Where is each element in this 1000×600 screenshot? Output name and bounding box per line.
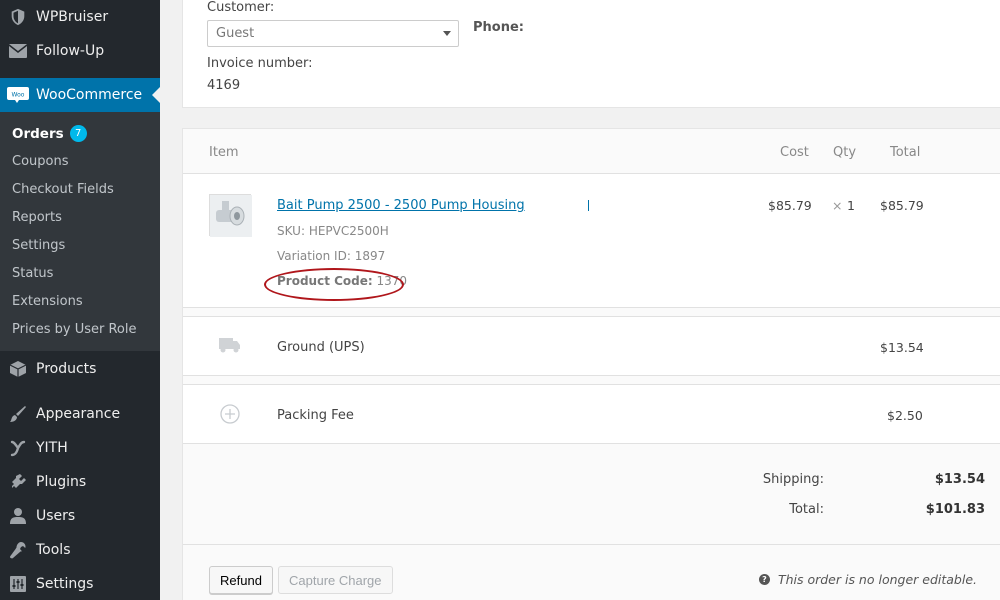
user-icon — [0, 507, 36, 525]
order-details-panel: Customer: Guest Phone: Invoice number: 4… — [182, 0, 1000, 108]
qty-times-symbol: × — [832, 198, 843, 213]
fee-line-row: Packing Fee $2.50 — [183, 384, 1000, 444]
menu-item-users[interactable]: Users — [0, 499, 160, 533]
shipping-line-row: Ground (UPS) $13.54 — [183, 316, 1000, 376]
column-header-cost: Cost — [780, 145, 809, 160]
menu-item-yith[interactable]: YITH — [0, 431, 160, 465]
svg-text:Woo: Woo — [12, 92, 25, 99]
variation-value: 1897 — [354, 249, 386, 263]
phone-label: Phone: — [473, 20, 524, 35]
menu-item-follow-up[interactable]: Follow-Up — [0, 34, 160, 68]
not-editable-text: This order is no longer editable. — [777, 572, 977, 587]
order-total-label: Total: — [789, 502, 824, 517]
column-header-qty: Qty — [833, 145, 857, 160]
customer-select[interactable]: Guest — [207, 20, 459, 47]
menu-item-settings[interactable]: Settings — [0, 567, 160, 600]
text-cursor — [588, 200, 589, 211]
submenu-label: Checkout Fields — [12, 182, 114, 197]
product-thumbnail[interactable] — [209, 194, 252, 237]
submenu-label: Extensions — [12, 294, 83, 309]
paintbrush-icon — [0, 405, 36, 423]
column-header-total: Total — [890, 145, 921, 160]
submenu-label: Status — [12, 266, 54, 281]
menu-item-woocommerce[interactable]: Woo WooCommerce — [0, 78, 160, 112]
capture-charge-button[interactable]: Capture Charge — [278, 566, 393, 594]
woocommerce-submenu: Orders 7 Coupons Checkout Fields Reports… — [0, 112, 160, 351]
fee-label: Packing Fee — [277, 408, 354, 423]
order-total-value: $101.83 — [925, 502, 985, 517]
invoice-label: Invoice number: — [207, 56, 313, 71]
admin-sidebar: WPBruiser Follow-Up Woo WooCommerce Orde… — [0, 0, 160, 600]
column-header-item: Item — [209, 145, 239, 160]
submenu-item-orders[interactable]: Orders 7 — [12, 125, 87, 142]
shipping-line-total: $13.54 — [880, 340, 924, 355]
help-icon: ? — [758, 574, 770, 585]
submenu-item-checkout-fields[interactable]: Checkout Fields — [12, 182, 114, 197]
shipping-method-label: Ground (UPS) — [277, 340, 365, 355]
line-item-qty: 1 — [847, 198, 855, 213]
submenu-item-settings[interactable]: Settings — [12, 238, 65, 253]
envelope-icon — [0, 44, 36, 58]
customer-select-value: Guest — [216, 26, 255, 41]
menu-label: Plugins — [36, 474, 87, 490]
shipping-total-label: Shipping: — [762, 472, 824, 487]
sliders-icon — [0, 575, 36, 593]
fee-total: $2.50 — [887, 408, 923, 423]
submenu-item-status[interactable]: Status — [12, 266, 53, 281]
plus-circle-icon — [220, 404, 240, 428]
sku-value: HEPVC2500H — [308, 224, 389, 238]
submenu-item-coupons[interactable]: Coupons — [12, 154, 69, 169]
menu-item-tools[interactable]: Tools — [0, 533, 160, 567]
product-variation-id: Variation ID: 1897 — [277, 249, 385, 263]
chevron-down-icon — [443, 31, 451, 36]
submenu-item-prices-by-user-role[interactable]: Prices by User Role — [12, 322, 136, 337]
menu-item-products[interactable]: Products — [0, 352, 160, 386]
submenu-label: Coupons — [12, 154, 69, 169]
submenu-label: Prices by User Role — [12, 322, 137, 337]
plug-icon — [0, 473, 36, 491]
menu-label: WPBruiser — [36, 9, 109, 25]
menu-item-wpbruiser[interactable]: WPBruiser — [0, 0, 160, 34]
menu-label: Tools — [36, 542, 71, 558]
order-items-panel: Item Cost Qty Total Bait Pump 2500 - 250… — [182, 128, 1000, 600]
product-name-link[interactable]: Bait Pump 2500 - 2500 Pump Housing — [277, 198, 525, 213]
variation-label: Variation ID: — [277, 249, 351, 263]
product-sku: SKU: HEPVC2500H — [277, 224, 389, 238]
invoice-number: 4169 — [207, 78, 241, 93]
menu-item-appearance[interactable]: Appearance — [0, 397, 160, 431]
not-editable-note: ? This order is no longer editable. — [758, 572, 977, 587]
menu-label: YITH — [36, 440, 68, 456]
submenu-item-reports[interactable]: Reports — [12, 210, 62, 225]
submenu-label: Settings — [12, 238, 66, 253]
wrench-icon — [0, 541, 36, 559]
sku-label: SKU: — [277, 224, 305, 238]
refund-button[interactable]: Refund — [209, 566, 273, 594]
submenu-label: Reports — [12, 210, 62, 225]
menu-label: Users — [36, 508, 76, 524]
menu-label: Follow-Up — [36, 43, 105, 59]
submenu-item-extensions[interactable]: Extensions — [12, 294, 83, 309]
shipping-total-value: $13.54 — [934, 472, 985, 487]
menu-label: WooCommerce — [36, 87, 143, 103]
menu-label: Settings — [36, 576, 94, 592]
woo-icon: Woo — [0, 87, 36, 103]
customer-label: Customer: — [207, 0, 275, 15]
actions-divider — [183, 544, 1000, 545]
truck-icon — [219, 337, 241, 357]
menu-item-plugins[interactable]: Plugins — [0, 465, 160, 499]
product-code-highlight — [264, 268, 404, 301]
yith-icon — [0, 439, 36, 457]
orders-count-badge: 7 — [69, 125, 87, 142]
menu-label: Appearance — [36, 406, 121, 422]
line-item-row: Bait Pump 2500 - 2500 Pump Housing SKU: … — [183, 173, 1000, 308]
box-icon — [0, 360, 36, 378]
line-item-total: $85.79 — [880, 198, 924, 213]
shield-icon — [0, 8, 36, 26]
menu-label: Products — [36, 361, 97, 377]
line-item-cost: $85.79 — [768, 198, 812, 213]
items-table-header: Item Cost Qty Total — [183, 129, 1000, 173]
submenu-label: Orders — [12, 125, 64, 142]
